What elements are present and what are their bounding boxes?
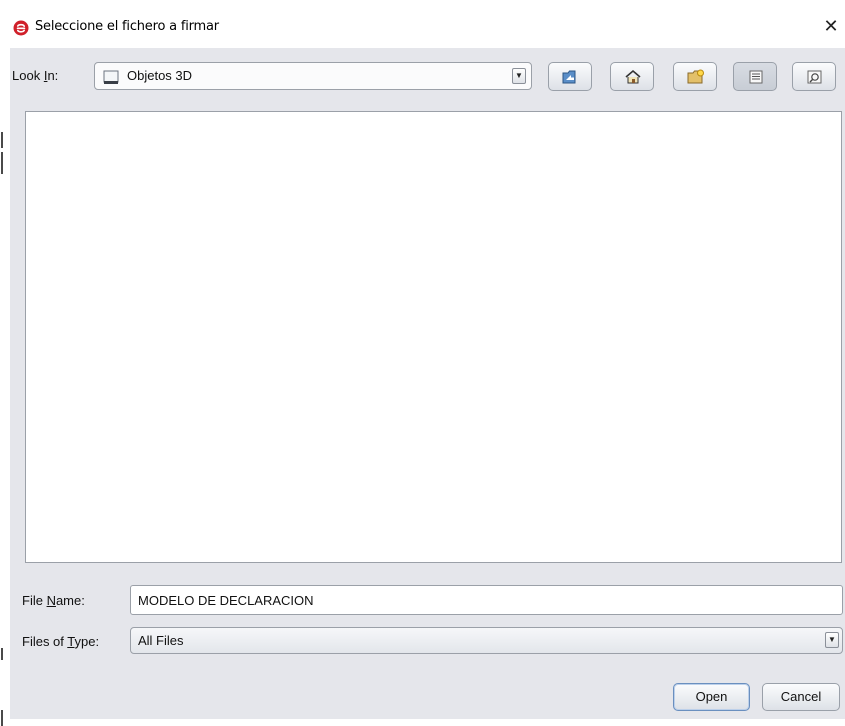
chevron-down-icon[interactable]: ▼	[825, 632, 839, 648]
files-of-type-value: All Files	[138, 633, 184, 648]
chevron-down-icon[interactable]: ▼	[512, 68, 526, 84]
file-name-input[interactable]: MODELO DE DECLARACION	[130, 585, 843, 615]
edge-mark	[1, 648, 3, 660]
title-bar: Seleccione el fichero a firmar ✕	[0, 0, 845, 48]
look-in-value: Objetos 3D	[127, 68, 193, 83]
folder-up-icon	[562, 70, 576, 84]
open-button[interactable]: Open	[673, 683, 750, 711]
up-one-level-button[interactable]	[548, 62, 592, 91]
close-button[interactable]: ✕	[820, 14, 842, 40]
file-name-label: File Name:	[22, 593, 85, 608]
edge-mark	[1, 152, 3, 174]
new-folder-icon	[687, 69, 704, 84]
file-name-value: MODELO DE DECLARACION	[138, 593, 314, 608]
cancel-button[interactable]: Cancel	[762, 683, 840, 711]
file-list-pane[interactable]	[25, 111, 842, 563]
close-icon: ✕	[823, 16, 839, 37]
files-of-type-label: Files of Type:	[22, 634, 100, 649]
drive-icon	[103, 70, 119, 84]
details-view-icon	[807, 70, 822, 84]
details-view-button[interactable]	[792, 62, 836, 91]
look-in-label: Look In:	[12, 68, 59, 83]
left-window-edge	[0, 48, 10, 726]
look-in-combo[interactable]: Objetos 3D ▼	[94, 62, 532, 90]
edge-mark	[1, 132, 3, 148]
new-folder-button[interactable]	[673, 62, 717, 91]
files-of-type-combo[interactable]: All Files ▼	[130, 627, 843, 654]
app-logo-icon	[13, 20, 29, 36]
edge-mark	[1, 710, 3, 726]
list-view-button[interactable]	[733, 62, 777, 91]
home-button[interactable]	[610, 62, 654, 91]
window-title: Seleccione el fichero a firmar	[35, 19, 219, 34]
list-view-icon	[749, 70, 763, 84]
home-icon	[625, 69, 641, 84]
